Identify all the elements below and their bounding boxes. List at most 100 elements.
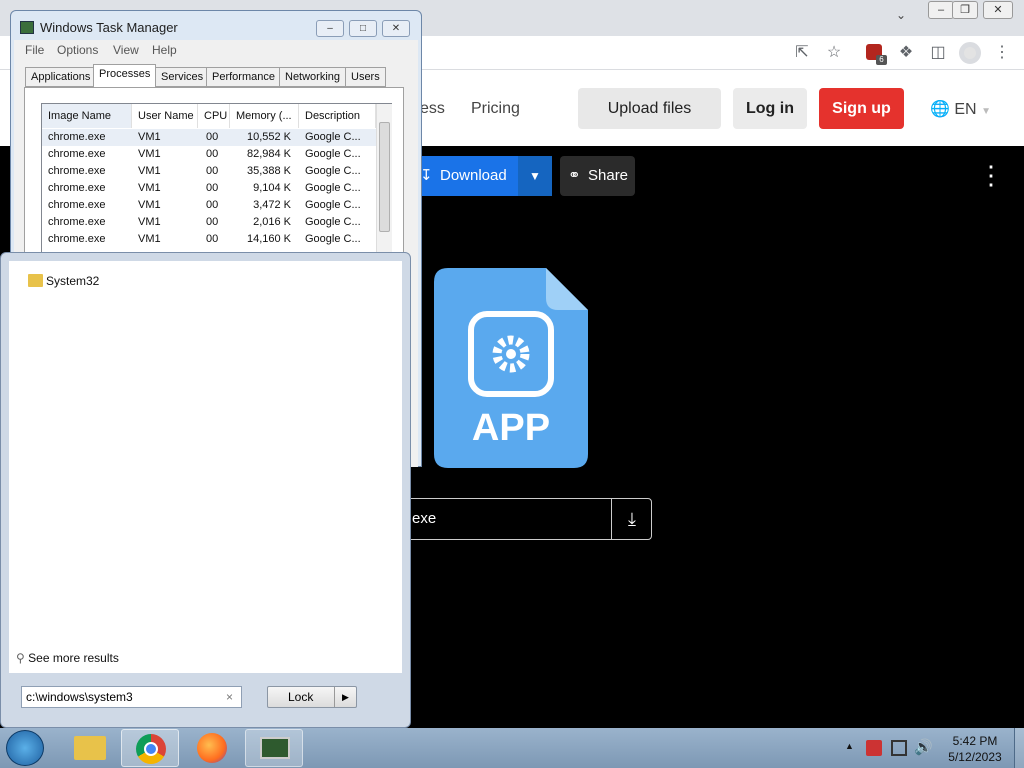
volume-icon[interactable]: 🔊	[914, 738, 933, 756]
browser-close-button[interactable]: ✕	[983, 1, 1013, 19]
show-hidden-icons-button[interactable]: ▲	[845, 741, 854, 751]
tab-networking[interactable]: Networking	[279, 67, 347, 87]
extensions-puzzle-icon[interactable]: ❖	[896, 43, 916, 63]
caret-down-icon: ▼	[529, 169, 541, 183]
file-download-button[interactable]: ⤓	[611, 499, 652, 539]
table-cell: 00	[206, 216, 219, 228]
firefox-icon	[197, 733, 227, 763]
signup-button[interactable]: Sign up	[819, 88, 904, 129]
table-cell: chrome.exe	[48, 216, 106, 228]
app-file-icon: APP	[434, 268, 588, 468]
start-search-input[interactable]: c:\windows\system3 ×	[21, 686, 242, 708]
side-panel-icon[interactable]: ◫	[928, 43, 948, 63]
table-cell: 82,984 K	[246, 148, 291, 160]
nav-link-pricing[interactable]: Pricing	[471, 100, 520, 118]
login-button[interactable]: Log in	[733, 88, 807, 129]
tm-menu-bar: File Options View Help	[14, 40, 418, 60]
menu-help[interactable]: Help	[152, 43, 177, 57]
action-center-flag-icon[interactable]	[866, 740, 882, 756]
scrollbar-thumb[interactable]	[379, 122, 390, 232]
table-cell: VM1	[138, 165, 161, 177]
magnifier-icon: ⚲	[16, 651, 25, 665]
taskbar-explorer-button[interactable]	[61, 729, 119, 767]
table-cell: VM1	[138, 182, 161, 194]
tm-maximize-button[interactable]: □	[349, 20, 377, 37]
tab-search-icon[interactable]: ⌄	[896, 8, 906, 22]
taskbar-chrome-button[interactable]	[121, 729, 179, 767]
bookmark-star-icon[interactable]: ☆	[824, 43, 844, 63]
col-cpu[interactable]: CPU	[198, 104, 230, 128]
tab-processes[interactable]: Processes	[93, 64, 157, 88]
share-icon: ⚭	[568, 167, 581, 184]
tab-services[interactable]: Services	[155, 67, 210, 87]
taskbar-firefox-button[interactable]	[183, 729, 241, 767]
tab-applications[interactable]: Applications	[25, 67, 97, 87]
result-system32[interactable]: System32	[28, 274, 99, 288]
col-description[interactable]: Description	[299, 104, 376, 128]
table-cell: VM1	[138, 199, 161, 211]
upload-files-button[interactable]: Upload files	[578, 88, 721, 129]
tm-close-button[interactable]: ✕	[382, 20, 410, 37]
table-row[interactable]: chrome.exe VM1 00 9,104 K Google C...	[42, 180, 376, 197]
table-cell: chrome.exe	[48, 148, 106, 160]
taskbar-clock[interactable]: 5:42 PM 5/12/2023	[940, 733, 1010, 765]
download-button[interactable]: ↧ Download	[410, 156, 518, 196]
profile-avatar-icon[interactable]	[959, 42, 981, 64]
network-icon[interactable]	[891, 740, 907, 756]
see-more-results-link[interactable]: ⚲ See more results	[16, 651, 119, 665]
share-button[interactable]: ⚭ Share	[560, 156, 635, 196]
table-cell: 3,472 K	[253, 199, 291, 211]
chevron-down-icon: ▼	[981, 106, 991, 117]
table-cell: chrome.exe	[48, 233, 106, 245]
table-cell: VM1	[138, 233, 161, 245]
tab-performance[interactable]: Performance	[206, 67, 281, 87]
table-cell: VM1	[138, 216, 161, 228]
start-orb-button[interactable]	[6, 730, 44, 766]
more-options-icon[interactable]: ⋮	[978, 160, 1004, 190]
clear-search-icon[interactable]: ×	[226, 687, 233, 707]
process-list[interactable]: Image Name User Name CPU Memory (... Des…	[41, 103, 392, 253]
clock-time: 5:42 PM	[952, 734, 998, 748]
tab-users[interactable]: Users	[345, 67, 386, 87]
process-list-scrollbar[interactable]	[376, 104, 392, 252]
task-manager-icon	[260, 737, 290, 759]
chrome-icon	[136, 734, 166, 764]
browser-minimize-button[interactable]: –	[928, 1, 954, 19]
tm-minimize-button[interactable]: –	[316, 20, 344, 37]
browser-restore-button[interactable]: ❐	[952, 1, 978, 19]
col-memory[interactable]: Memory (...	[230, 104, 299, 128]
table-row[interactable]: chrome.exe VM1 00 82,984 K Google C...	[42, 146, 376, 163]
table-row[interactable]: chrome.exe VM1 00 3,472 K Google C...	[42, 197, 376, 214]
col-user-name[interactable]: User Name	[132, 104, 198, 128]
table-row[interactable]: chrome.exe VM1 00 2,016 K Google C...	[42, 214, 376, 231]
col-image-name[interactable]: Image Name	[42, 104, 132, 128]
download-label: Download	[440, 167, 507, 184]
file-name: exe	[412, 510, 437, 527]
show-desktop-button[interactable]	[1014, 728, 1024, 768]
nav-link-partial[interactable]: ess	[420, 100, 445, 118]
table-cell: chrome.exe	[48, 199, 106, 211]
folder-icon	[28, 274, 43, 287]
table-cell: 2,016 K	[253, 216, 291, 228]
table-cell: 00	[206, 199, 219, 211]
power-options-arrow-icon[interactable]: ▶	[334, 687, 356, 707]
search-input-value: c:\windows\system3	[26, 690, 133, 704]
table-row[interactable]: chrome.exe VM1 00 10,552 K Google C...	[42, 129, 376, 146]
download-dropdown-button[interactable]: ▼	[518, 156, 552, 196]
table-cell: 10,552 K	[246, 131, 291, 143]
taskbar-task-manager-button[interactable]	[245, 729, 303, 767]
menu-view[interactable]: View	[113, 43, 139, 57]
lock-label: Lock	[288, 690, 314, 704]
menu-file[interactable]: File	[25, 43, 44, 57]
lock-button[interactable]: Lock ▶	[267, 686, 357, 708]
table-cell: Google C...	[305, 199, 361, 211]
share-page-icon[interactable]: ⇱	[792, 43, 812, 63]
table-row[interactable]: chrome.exe VM1 00 35,388 K Google C...	[42, 163, 376, 180]
clock-date: 5/12/2023	[948, 750, 1002, 764]
language-selector[interactable]: 🌐 EN ▼	[930, 99, 991, 119]
table-row[interactable]: chrome.exe VM1 00 14,160 K Google C...	[42, 231, 376, 248]
extension-badge: 6	[876, 55, 887, 65]
menu-options[interactable]: Options	[57, 43, 98, 57]
browser-menu-icon[interactable]: ⋮	[992, 43, 1012, 63]
table-cell: 00	[206, 182, 219, 194]
